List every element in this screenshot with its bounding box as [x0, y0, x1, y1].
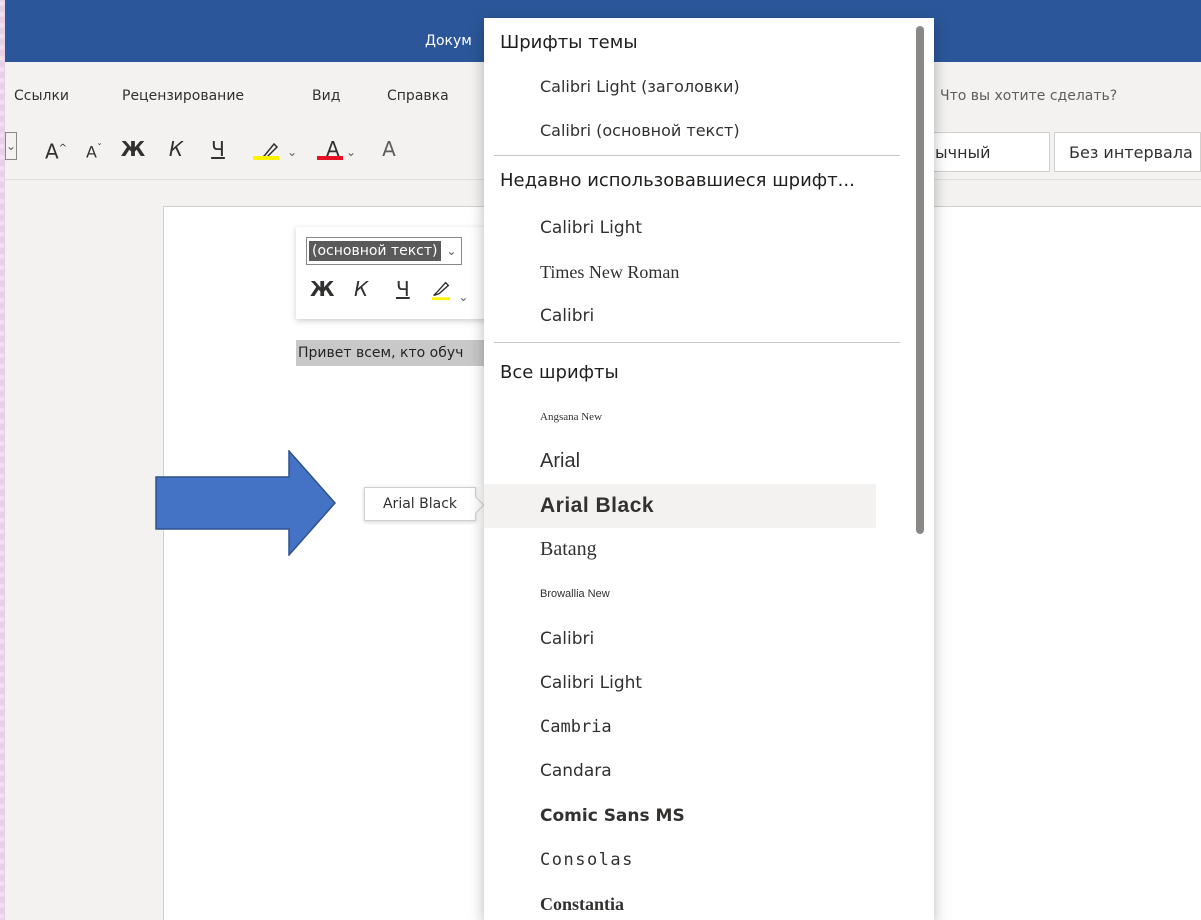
chevron-down-icon: ⌄ [446, 244, 457, 258]
font-option-label: Cambria [540, 717, 612, 738]
clear-formatting-button[interactable]: A [377, 134, 401, 164]
font-option-label: Calibri [540, 628, 595, 649]
mini-font-value: (основной текст) [309, 241, 441, 261]
recent-fonts-header: Недавно использовавшиеся шрифт... [500, 170, 855, 191]
mini-highlight-button[interactable]: ⌄ [430, 279, 468, 306]
font-option-label: Arial [540, 449, 581, 472]
font-option[interactable]: Batang [484, 528, 876, 572]
font-dropdown: Шрифты темы Calibri Light (заголовки) Cal… [484, 18, 934, 920]
font-option[interactable]: Calibri Light [484, 661, 876, 705]
font-option[interactable]: Calibri (основной текст) [484, 108, 876, 152]
underline-button[interactable]: Ч [205, 134, 231, 164]
chevron-down-icon: ⌄ [458, 290, 469, 304]
font-color-button[interactable]: A ⌄ [315, 134, 367, 164]
font-option-label: Calibri Light [540, 672, 643, 693]
grow-font-button[interactable]: A^ [43, 134, 69, 164]
font-option[interactable]: Calibri Light [484, 206, 876, 250]
font-option-label: Browallia New [540, 588, 610, 601]
font-option[interactable]: Arial [484, 439, 876, 483]
font-option-label: Calibri Light [540, 218, 643, 238]
chevron-down-icon: ⌄ [345, 145, 357, 159]
font-option[interactable]: Browallia New [484, 572, 876, 616]
font-option[interactable]: Cambria [484, 705, 876, 749]
font-option-label: Consolas [540, 850, 634, 870]
font-option[interactable]: Times New Roman [484, 250, 876, 294]
highlight-button[interactable]: ⌄ [251, 134, 303, 164]
font-option[interactable]: Comic Sans MS [484, 794, 876, 838]
bold-button[interactable]: Ж [118, 134, 148, 164]
font-option[interactable]: Calibri Light (заголовки) [484, 64, 876, 108]
tab-review[interactable]: Рецензирование [122, 88, 244, 104]
font-option[interactable]: Arial Black [484, 483, 876, 528]
font-preview-tooltip: Arial Black [364, 487, 485, 521]
font-option-label: Candara [540, 761, 612, 782]
theme-fonts-header: Шрифты темы [500, 32, 638, 53]
font-option-label: Calibri (основной текст) [540, 120, 740, 140]
shrink-font-button[interactable]: Aˇ [81, 134, 107, 164]
selected-document-text[interactable]: Привет всем, кто обуч [296, 340, 486, 366]
font-option-label: Arial Black [540, 493, 655, 517]
dropdown-divider [494, 342, 900, 343]
style-normal[interactable]: ычный [920, 132, 1050, 172]
font-option[interactable]: Constantia [484, 882, 876, 920]
font-option[interactable]: Candara [484, 749, 876, 793]
document-title: Докум [425, 33, 472, 49]
font-option-label: Constantia [540, 893, 625, 914]
font-option-label: Times New Roman [540, 261, 680, 282]
font-option-label: Calibri Light (заголовки) [540, 76, 740, 96]
italic-button[interactable]: К [163, 134, 189, 164]
font-option[interactable]: Calibri [484, 617, 876, 661]
tell-me-search[interactable]: Что вы хотите сделать? [940, 88, 1117, 104]
floating-mini-toolbar: (основной текст) ⌄ Ж К Ч ⌄ [296, 227, 496, 319]
shrink-font-label: A [86, 142, 97, 162]
grow-font-label: A [44, 139, 59, 164]
dropdown-divider [494, 155, 900, 156]
font-size-dropdown-chevron-icon[interactable]: ⌄ [5, 132, 17, 160]
style-no-spacing[interactable]: Без интервала [1054, 132, 1201, 172]
dropdown-scrollbar[interactable] [916, 26, 924, 534]
highlight-color-bar [253, 156, 279, 160]
highlighter-pen-icon [431, 281, 451, 301]
tab-help[interactable]: Справка [387, 88, 449, 104]
font-option-label: Batang [540, 538, 597, 561]
font-option-label: Angsana New [540, 411, 603, 423]
font-option[interactable]: Angsana New [484, 395, 876, 439]
font-option[interactable]: Calibri [484, 294, 876, 338]
mini-underline-button[interactable]: Ч [396, 277, 410, 301]
font-color-bar [317, 156, 343, 160]
font-option-label: Comic Sans MS [540, 805, 685, 826]
all-fonts-header: Все шрифты [500, 362, 619, 383]
mini-bold-button[interactable]: Ж [310, 277, 334, 301]
blue-arrow-annotation [155, 450, 337, 556]
mini-italic-button[interactable]: К [354, 277, 368, 301]
mini-font-selector[interactable]: (основной текст) ⌄ [306, 237, 462, 265]
tab-references[interactable]: Ссылки [14, 88, 69, 104]
tab-view[interactable]: Вид [312, 88, 340, 104]
font-option[interactable]: Consolas [484, 838, 876, 882]
font-option-label: Calibri [540, 306, 595, 326]
chevron-down-icon: ⌄ [287, 145, 298, 159]
tooltip-text: Arial Black [382, 496, 458, 512]
